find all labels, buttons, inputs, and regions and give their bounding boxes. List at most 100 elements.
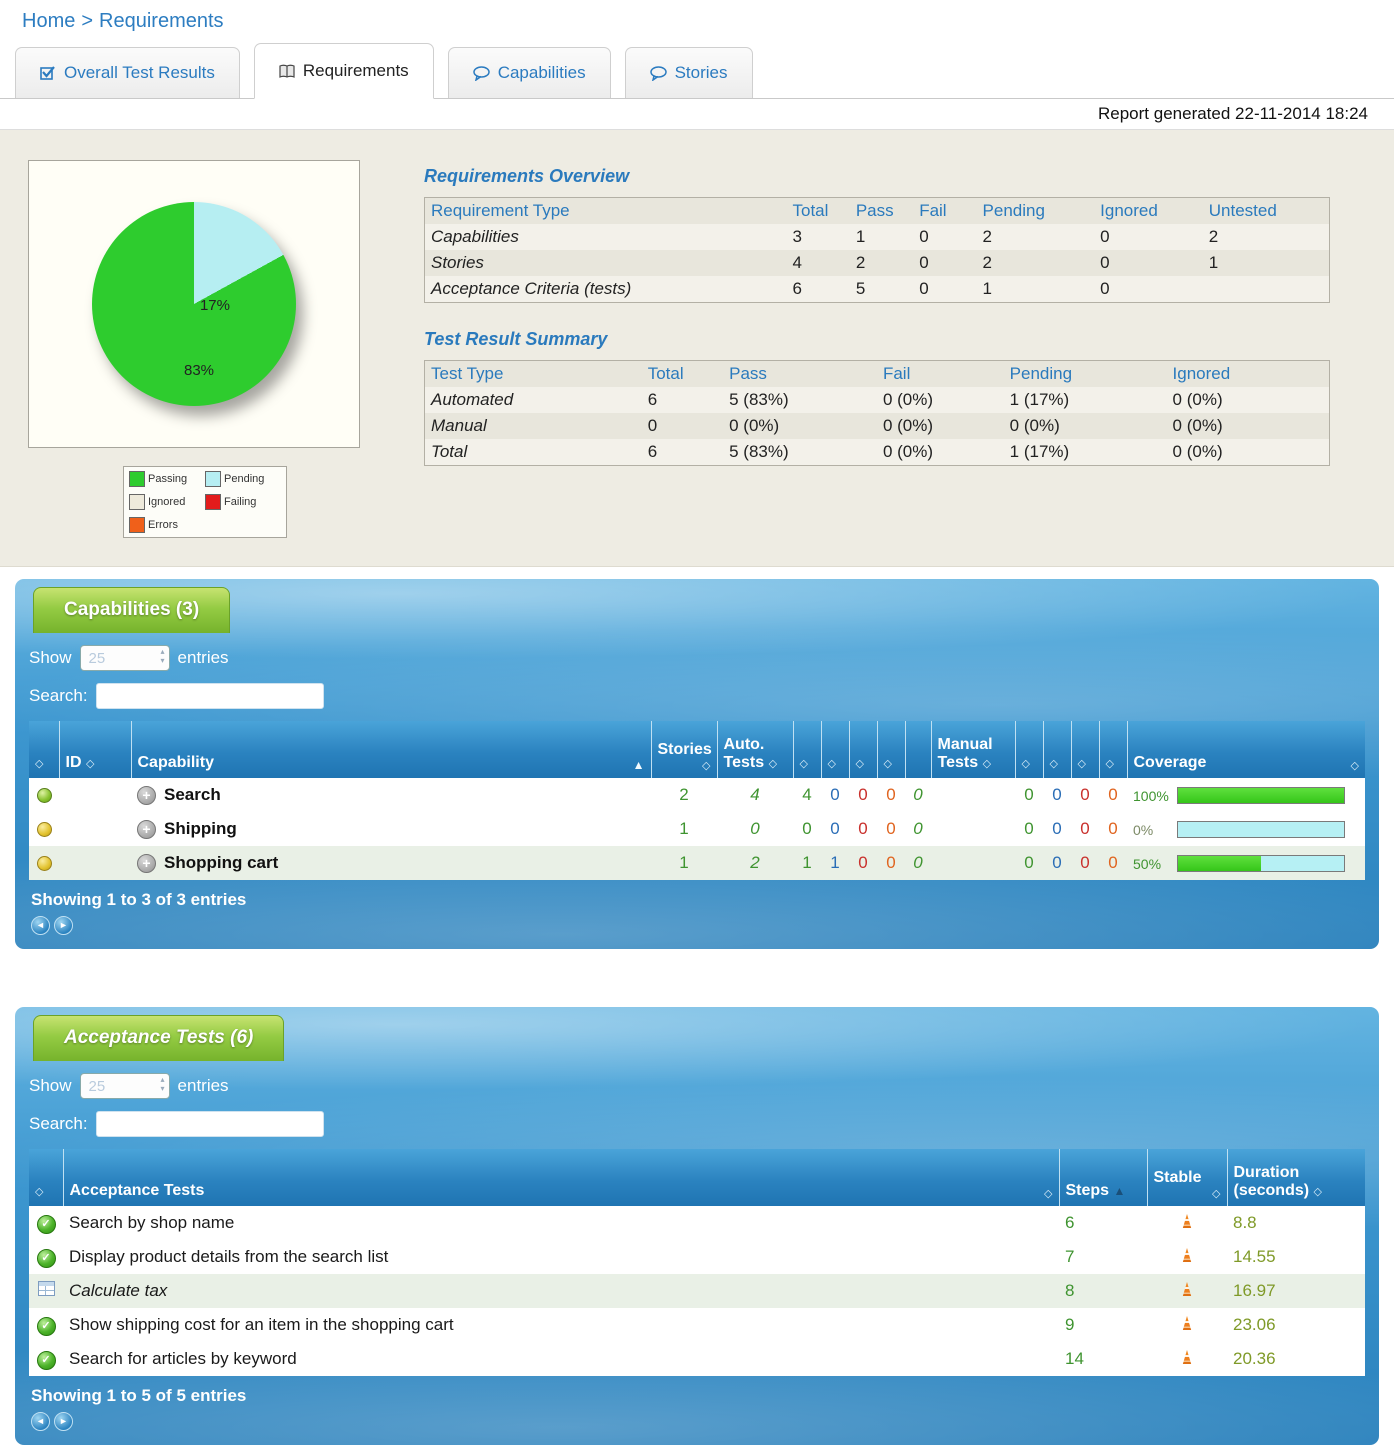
cell-value: 0 (0%) [1172,442,1223,461]
summary-row: Total 6 5 (83%) 0 (0%) 1 (17%) 0 (0%) [424,439,1330,466]
next-page-icon[interactable]: ► [54,1412,73,1431]
tab-capabilities[interactable]: Capabilities [447,47,611,98]
acceptance-entries-input[interactable] [79,1073,170,1099]
legend-item: Errors [129,517,205,533]
status-yellow-icon [36,822,52,838]
breadcrumb-current-link[interactable]: Requirements [99,10,224,32]
sort-column-header[interactable] [905,721,932,778]
stories-column-header[interactable]: Stories ◇ [651,721,718,778]
prev-page-icon[interactable]: ◄ [31,916,50,935]
column-header: Requirement Type [431,201,570,220]
pie-chart: 17% 83% [92,202,296,406]
sort-icon: ◇ [1049,758,1058,770]
coverage-bar [1177,821,1345,839]
search-label: Search: [29,1114,88,1133]
stories-count: 1 [679,853,689,872]
sort-column-header[interactable]: ◇ [1043,721,1072,778]
tab-requirements[interactable]: Requirements [253,43,434,99]
capabilities-entries-input[interactable] [79,645,170,671]
auto-tests-column-header[interactable]: Auto. Tests ◇ [717,721,794,778]
column-header: Ignored [1100,201,1158,220]
spinner-arrows-icon[interactable]: ▴ ▾ [161,647,165,665]
tab-label: Stories [674,63,728,82]
auto-test-count: 0 [802,819,812,838]
sort-column-header[interactable]: ◇ [1071,721,1100,778]
manual-test-count: 0 [1052,853,1062,872]
column-header: Fail [882,364,911,383]
acceptance-search-input[interactable] [95,1111,324,1137]
cell-value: 0 (0%) [1172,390,1223,409]
test-passed-icon: ✓ [36,1249,56,1268]
acceptance-tests-column-header[interactable]: Acceptance Tests ◇ [63,1149,1060,1206]
cell-value: 2 [1208,227,1219,246]
status-column-header[interactable]: ◇ [29,721,60,778]
capability-name-link[interactable]: Search [164,785,221,804]
cell-value: 5 [855,279,866,298]
status-column-header[interactable]: ◇ [29,1149,64,1206]
sort-icon: ◇ [883,758,892,770]
acceptance-test-name-link[interactable]: Show shipping cost for an item in the sh… [63,1308,1059,1342]
summary-row: Capabilities 3 1 0 2 0 2 [424,224,1330,250]
cell-value: 5 (83%) [729,390,789,409]
id-column-header[interactable]: ID ◇ [59,721,132,778]
stories-count: 2 [679,785,689,804]
next-page-icon[interactable]: ► [54,916,73,935]
duration-column-header[interactable]: Duration (seconds) ◇ [1227,1149,1365,1206]
summary-section: 17% 83% Passing Pending Ignored Failing Erro… [0,130,1394,567]
duration-value: 20.36 [1233,1349,1276,1368]
steps-count: 14 [1065,1349,1084,1368]
expand-plus-icon[interactable]: + [137,820,156,839]
capabilities-section-tab[interactable]: Capabilities (3) [33,587,231,633]
capability-name-link[interactable]: Shopping cart [164,853,278,872]
sort-column-header[interactable]: ◇ [821,721,850,778]
steps-column-header[interactable]: Steps ▲ [1059,1149,1148,1206]
sort-icon: ◇ [799,758,808,770]
expand-plus-icon[interactable]: + [137,854,156,873]
acceptance-test-name-link[interactable]: Display product details from the search … [63,1240,1059,1274]
row-label: Acceptance Criteria (tests) [431,279,632,298]
report-generated-text: Report generated 22-11-2014 18:24 [1098,104,1368,123]
capabilities-search-input[interactable] [95,683,324,709]
id-cell [59,778,131,812]
stability-cone-icon [1182,1316,1192,1330]
stable-column-header[interactable]: Stable ◇ [1147,1149,1228,1206]
breadcrumb-home-link[interactable]: Home [22,10,75,32]
tab-stories[interactable]: Stories [624,47,753,98]
legend-label: Failing [224,496,257,508]
acceptance-test-name-link[interactable]: Calculate tax [63,1274,1059,1308]
stories-count: 1 [679,819,689,838]
auto-tests-total: 2 [750,853,760,872]
manual-tests-total [931,812,1015,846]
acceptance-tests-table: ◇ Acceptance Tests ◇ Steps ▲ Stable ◇ Dura… [29,1149,1365,1376]
acceptance-test-name-link[interactable]: Search for articles by keyword [63,1342,1059,1376]
tab-overall-test-results[interactable]: Overall Test Results [15,47,240,98]
sort-column-header[interactable]: ◇ [1099,721,1128,778]
stability-cone-icon [1182,1214,1192,1228]
row-label: Manual [431,416,487,435]
cell-value: 0 (0%) [729,416,780,435]
report-page: Home > Requirements Overall Test Results R… [0,0,1394,1445]
pie-chart-box: 17% 83% [28,160,360,448]
sort-asc-icon: ▲ [632,758,645,772]
capability-name-link[interactable]: Shipping [164,819,237,838]
search-label: Search: [29,686,88,705]
manual-test-count: 0 [1024,785,1034,804]
tab-label: Capabilities [497,63,586,82]
sort-column-header[interactable]: ◇ [877,721,906,778]
capability-column-header[interactable]: Capability ▲ [131,721,652,778]
prev-page-icon[interactable]: ◄ [31,1412,50,1431]
legend-color-chip [205,494,221,510]
steps-count: 8 [1065,1281,1075,1300]
sort-column-header[interactable]: ◇ [793,721,822,778]
sort-column-header[interactable]: ◇ [849,721,878,778]
manual-tests-column-header[interactable]: Manual Tests ◇ [931,721,1016,778]
column-header: Test Type [431,364,504,383]
spinner-arrows-icon[interactable]: ▴ ▾ [161,1075,165,1093]
acceptance-test-name-link[interactable]: Search by shop name [63,1206,1059,1240]
sort-column-header[interactable]: ◇ [1015,721,1044,778]
acceptance-tests-section-tab[interactable]: Acceptance Tests (6) [33,1015,285,1061]
coverage-column-header[interactable]: Coverage ◇ [1127,721,1365,778]
expand-plus-icon[interactable]: + [137,786,156,805]
summary-row: Automated 6 5 (83%) 0 (0%) 1 (17%) 0 (0%) [424,387,1330,413]
duration-value: 8.8 [1233,1213,1257,1232]
